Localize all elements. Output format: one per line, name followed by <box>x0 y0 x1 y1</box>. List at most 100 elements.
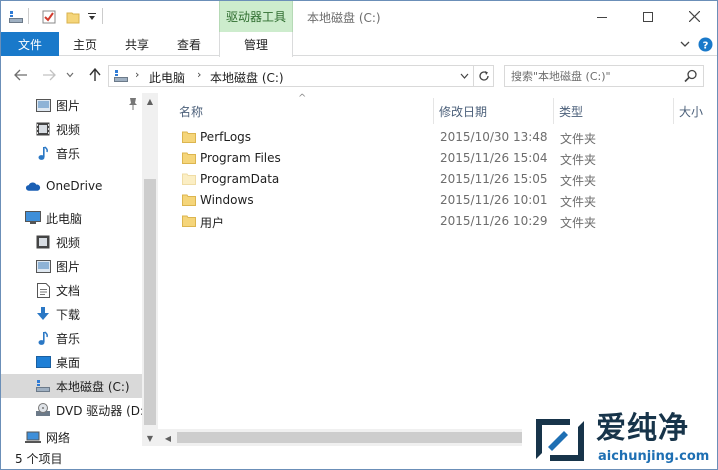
item-count: 5 个项目 <box>15 452 63 466</box>
column-divider[interactable] <box>433 98 434 124</box>
help-button[interactable]: ? <box>697 36 713 52</box>
folder-icon <box>182 152 196 164</box>
pin-icon[interactable] <box>127 97 139 111</box>
column-divider[interactable] <box>553 98 554 124</box>
address-history-button[interactable] <box>455 66 473 86</box>
nav-item-documents[interactable]: 文档 <box>1 278 142 302</box>
back-button[interactable] <box>11 65 31 85</box>
column-divider[interactable] <box>673 98 674 124</box>
properties-icon[interactable] <box>39 7 59 27</box>
file-row[interactable]: 用户 2015/11/26 10:29 文件夹 <box>174 211 604 232</box>
ribbon-tabs: 文件 主页 共享 查看 管理 ? <box>1 32 717 57</box>
tab-share[interactable]: 共享 <box>111 32 163 56</box>
nav-item-music[interactable]: 音乐 <box>1 326 142 350</box>
window-title: 本地磁盘 (C:) <box>307 11 381 25</box>
file-row[interactable]: ProgramData 2015/11/26 15:05 文件夹 <box>174 169 604 190</box>
column-header-type[interactable]: 类型 <box>559 98 669 124</box>
nav-item-this-pc[interactable]: 此电脑 <box>1 206 142 230</box>
nav-item-downloads[interactable]: 下载 <box>1 302 142 326</box>
hscroll-thumb[interactable] <box>177 432 528 443</box>
search-icon[interactable] <box>684 69 698 83</box>
column-header-date[interactable]: 修改日期 <box>439 98 549 124</box>
tab-file[interactable]: 文件 <box>1 32 59 56</box>
scroll-left-icon[interactable]: ◀ <box>160 430 176 446</box>
maximize-button[interactable] <box>625 1 671 32</box>
tab-view[interactable]: 查看 <box>163 32 215 56</box>
breadcrumb-separator-icon[interactable]: › <box>135 68 139 81</box>
folder-icon <box>182 215 196 227</box>
context-tab-drive-tools: 驱动器工具 <box>219 1 293 32</box>
explorer-window: 驱动器工具 本地磁盘 (C:) 文件 主页 共享 查看 管理 ? › 此电脑 ›… <box>0 0 718 470</box>
forward-button[interactable] <box>39 65 59 85</box>
up-button[interactable] <box>85 65 105 85</box>
column-header-size[interactable]: 大小 <box>679 98 715 124</box>
breadcrumb-this-pc[interactable]: 此电脑 <box>149 69 185 86</box>
nav-item-videos[interactable]: 视频 <box>1 230 142 254</box>
pictures-icon <box>35 97 51 113</box>
music-icon <box>35 145 51 161</box>
nav-item-onedrive[interactable]: OneDrive <box>1 174 142 198</box>
navigation-bar: › 此电脑 › 本地磁盘 (C:) <box>1 57 717 93</box>
minimize-button[interactable] <box>579 1 625 32</box>
navigation-pane: 图片 视频 音乐 OneDrive 此电脑 视频 图片 文档 下载 音乐 桌面 … <box>1 93 158 446</box>
nav-item-network[interactable]: 网络 <box>1 428 142 446</box>
tab-home[interactable]: 主页 <box>59 32 111 56</box>
nav-item-videos-quick[interactable]: 视频 <box>1 117 142 141</box>
folder-icon <box>182 194 196 206</box>
file-list: ^ 名称 修改日期 类型 大小 PerfLogs 2015/10/30 13:4… <box>158 93 717 446</box>
arrow-up-icon <box>89 68 101 81</box>
documents-icon <box>35 282 51 298</box>
file-row[interactable]: PerfLogs 2015/10/30 13:48 文件夹 <box>174 127 604 148</box>
column-header-name[interactable]: 名称 <box>179 98 429 124</box>
expand-ribbon-button[interactable] <box>677 36 693 52</box>
music-icon <box>35 330 51 346</box>
recent-locations-button[interactable] <box>63 65 77 85</box>
site-watermark: 爱纯净 aichunjing.com <box>522 409 717 469</box>
maximize-icon <box>643 11 653 22</box>
chevron-down-icon <box>66 72 74 78</box>
nav-item-desktop[interactable]: 桌面 <box>1 350 142 374</box>
search-input[interactable] <box>511 68 679 84</box>
drive-icon[interactable] <box>7 7 25 27</box>
drive-icon <box>114 70 128 82</box>
refresh-button[interactable] <box>473 66 493 86</box>
onedrive-icon <box>25 178 41 194</box>
watermark-logo-icon <box>536 419 584 461</box>
arrow-left-icon <box>14 69 27 81</box>
qa-divider <box>102 8 103 24</box>
file-row[interactable]: Program Files 2015/11/26 15:04 文件夹 <box>174 148 604 169</box>
folder-icon <box>182 131 196 143</box>
new-folder-icon[interactable] <box>63 7 83 27</box>
this-pc-icon <box>25 210 41 226</box>
network-icon <box>25 429 41 445</box>
breadcrumb-separator-icon[interactable]: › <box>197 68 201 81</box>
close-button[interactable] <box>671 1 717 32</box>
breadcrumb-local-disk[interactable]: 本地磁盘 (C:) <box>210 69 284 86</box>
file-row[interactable]: Windows 2015/11/26 10:01 文件夹 <box>174 190 604 211</box>
title-bar: 驱动器工具 本地磁盘 (C:) <box>1 1 717 32</box>
nav-item-music-quick[interactable]: 音乐 <box>1 141 142 165</box>
nav-pane-scroll-thumb[interactable] <box>144 179 156 425</box>
close-icon <box>688 11 700 22</box>
nav-item-local-disk[interactable]: 本地磁盘 (C:) <box>1 374 142 398</box>
nav-pane-scrollbar[interactable]: ▲ ▼ <box>142 93 158 446</box>
chevron-down-icon <box>460 73 468 79</box>
downloads-icon <box>35 306 51 322</box>
minimize-icon <box>597 16 607 18</box>
nav-item-dvd-drive[interactable]: DVD 驱动器 (D: <box>1 398 142 422</box>
videos-icon <box>35 234 51 250</box>
nav-item-pictures[interactable]: 图片 <box>1 254 142 278</box>
scroll-up-icon[interactable]: ▲ <box>142 93 158 109</box>
address-bar[interactable]: › 此电脑 › 本地磁盘 (C:) <box>108 65 494 87</box>
qa-divider <box>28 8 29 24</box>
arrow-right-icon <box>43 69 56 81</box>
chevron-down-icon <box>680 41 690 47</box>
search-box[interactable] <box>504 65 704 87</box>
watermark-text-cn: 爱纯净 <box>596 411 689 446</box>
pictures-icon <box>35 258 51 274</box>
dvd-icon <box>35 402 51 418</box>
scroll-down-icon[interactable]: ▼ <box>142 430 158 446</box>
customize-qa-icon[interactable] <box>85 7 99 27</box>
nav-item-pictures-quick[interactable]: 图片 <box>1 93 142 117</box>
tab-manage[interactable]: 管理 <box>219 32 293 57</box>
